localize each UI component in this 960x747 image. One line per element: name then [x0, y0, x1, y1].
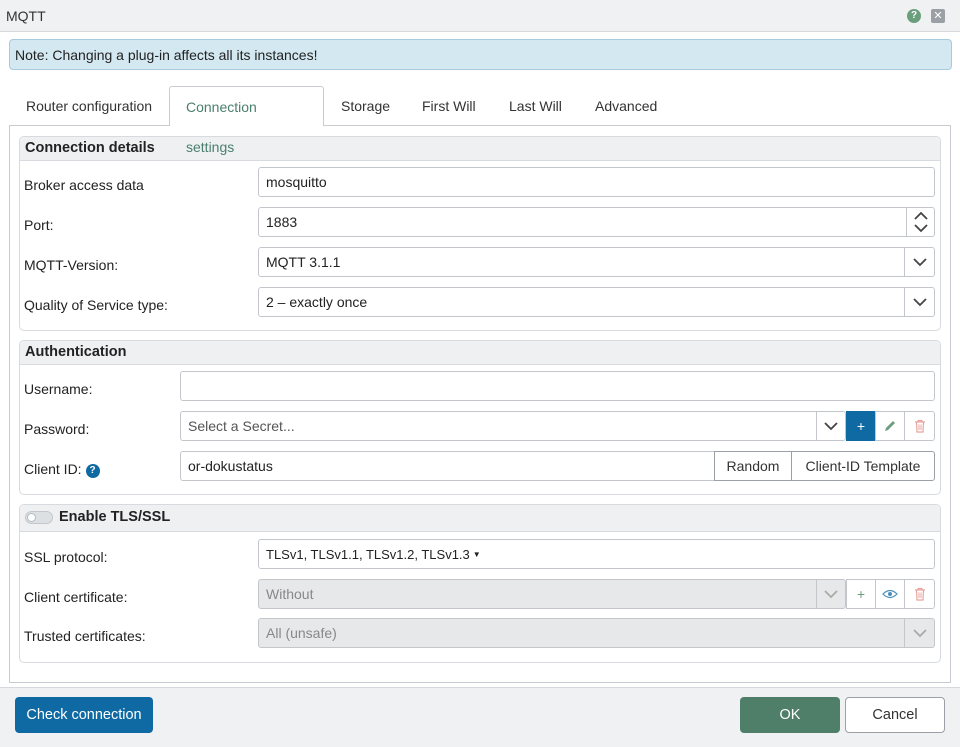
qos-value: 2 – exactly once: [266, 294, 368, 310]
plus-icon: +: [856, 418, 866, 434]
view-certificate-button[interactable]: [875, 579, 905, 609]
qos-select[interactable]: 2 – exactly once: [258, 287, 935, 317]
ssl-protocol-select[interactable]: TLSv1, TLSv1.1, TLSv1.2, TLSv1.3 ▼: [258, 539, 935, 569]
pencil-icon: [885, 421, 895, 431]
trusted-certificates-label: Trusted certificates:: [24, 628, 146, 644]
client-certificate-select[interactable]: Without: [258, 579, 846, 609]
stepper-arrows-icon: [914, 211, 928, 233]
trash-icon: [914, 587, 925, 601]
eye-icon: [882, 589, 898, 599]
chevron-down-icon[interactable]: [905, 287, 935, 317]
tab-last-will[interactable]: Last Will: [509, 86, 562, 126]
plus-icon: +: [856, 586, 866, 602]
help-icon[interactable]: ?: [85, 464, 100, 478]
ssl-protocol-value: TLSv1, TLSv1.1, TLSv1.2, TLSv1.3: [266, 547, 470, 562]
check-connection-button[interactable]: Check connection: [15, 697, 153, 733]
client-id-label: Client ID:?: [24, 461, 100, 478]
broker-input[interactable]: mosquitto: [258, 167, 935, 197]
client-id-label-text: Client ID:: [24, 461, 82, 477]
tab-router-configuration[interactable]: Router configuration: [26, 86, 152, 126]
client-id-input[interactable]: or-dokustatus: [180, 451, 715, 481]
tab-first-will[interactable]: First Will: [422, 86, 476, 126]
chevron-down-icon[interactable]: [816, 579, 846, 609]
caret-down-icon: ▼: [472, 550, 481, 559]
client-certificate-value: Without: [266, 586, 314, 602]
broker-label: Broker access data: [24, 177, 144, 193]
edit-secret-button[interactable]: [875, 411, 905, 441]
delete-secret-button[interactable]: [904, 411, 935, 441]
add-certificate-button[interactable]: +: [846, 579, 876, 609]
trusted-certificates-select[interactable]: All (unsafe): [258, 618, 935, 648]
section-heading: Connection details: [20, 137, 940, 161]
ok-button[interactable]: OK: [740, 697, 840, 733]
tab-connection-settings[interactable]: Connection settings: [169, 86, 324, 155]
password-label: Password:: [24, 421, 90, 437]
password-secret-select[interactable]: Select a Secret...: [180, 411, 846, 441]
section-heading: Enable TLS/SSL: [20, 505, 940, 532]
question-icon[interactable]: ?: [907, 9, 921, 23]
dialog-title: MQTT: [6, 8, 46, 24]
random-button[interactable]: Random: [714, 451, 792, 481]
username-input[interactable]: [180, 371, 935, 401]
client-id-template-button[interactable]: Client-ID Template: [791, 451, 935, 481]
ssl-protocol-label: SSL protocol:: [24, 549, 108, 565]
dialog-titlebar: MQTT ? ✕: [0, 0, 960, 32]
tab-storage[interactable]: Storage: [341, 86, 390, 126]
client-certificate-label: Client certificate:: [24, 589, 128, 605]
toggle-knob: [27, 513, 36, 522]
chevron-down-icon[interactable]: [816, 411, 846, 441]
add-secret-button[interactable]: +: [846, 411, 876, 441]
mqtt-version-label: MQTT-Version:: [24, 257, 119, 273]
section-heading: Authentication: [20, 341, 940, 365]
mqtt-version-select[interactable]: MQTT 3.1.1: [258, 247, 935, 277]
tab-advanced[interactable]: Advanced: [595, 86, 657, 126]
port-label: Port:: [24, 217, 54, 233]
password-placeholder: Select a Secret...: [188, 418, 295, 434]
username-label: Username:: [24, 381, 93, 397]
port-value: 1883: [266, 214, 298, 230]
delete-certificate-button[interactable]: [904, 579, 935, 609]
close-icon[interactable]: ✕: [931, 9, 945, 23]
port-stepper[interactable]: [907, 207, 935, 237]
port-input[interactable]: 1883: [258, 207, 935, 237]
mqtt-version-value: MQTT 3.1.1: [266, 254, 341, 270]
trusted-certificates-value: All (unsafe): [266, 625, 337, 641]
tls-toggle[interactable]: [25, 511, 53, 524]
chevron-down-icon[interactable]: [905, 618, 935, 648]
cancel-button[interactable]: Cancel: [845, 697, 945, 733]
trash-icon: [914, 419, 925, 433]
info-note: Note: Changing a plug-in affects all its…: [9, 39, 952, 70]
chevron-down-icon[interactable]: [905, 247, 935, 277]
qos-label: Quality of Service type:: [24, 297, 168, 313]
